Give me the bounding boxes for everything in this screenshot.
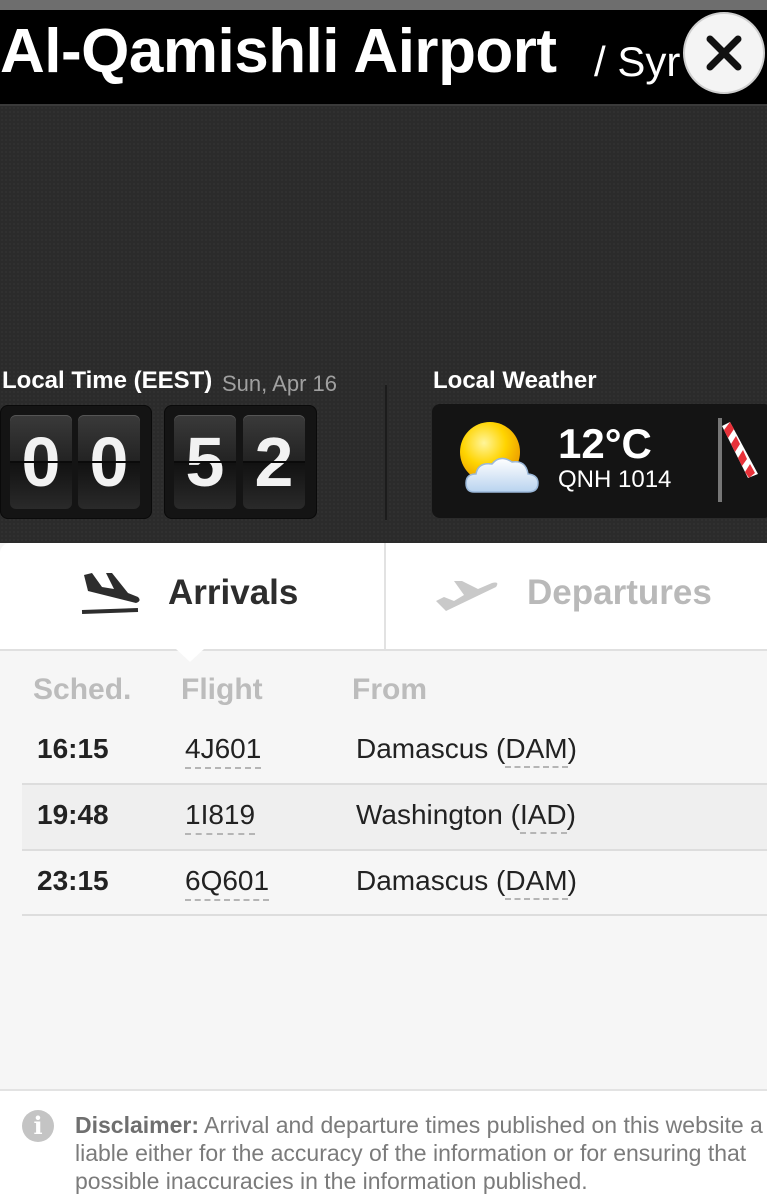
column-header-flight: Flight — [181, 673, 263, 706]
disclaimer-line-3: possible inaccuracies in the information… — [75, 1168, 588, 1194]
plane-landing-icon — [81, 573, 140, 614]
disclaimer-line-2: liable either for the accuracy of the in… — [75, 1140, 747, 1166]
hour-digit-2: 0 — [78, 415, 140, 509]
origin-city: Damascus (DAM) — [356, 733, 577, 768]
qnh-value: QNH 1014 — [558, 466, 672, 493]
row-divider — [22, 914, 767, 916]
tab-departures-label: Departures — [527, 573, 712, 612]
tab-bar-border — [0, 649, 767, 651]
tab-arrivals-label: Arrivals — [168, 573, 299, 612]
table-row: 16:15 4J601 Damascus (DAM) — [22, 717, 767, 783]
origin-close-paren: ) — [567, 865, 577, 896]
sched-time: 19:48 — [37, 799, 109, 830]
origin-close-paren: ) — [566, 799, 576, 830]
close-button[interactable] — [683, 12, 765, 94]
minute-digit-1: 5 — [174, 415, 236, 509]
table-row: 23:15 6Q601 Damascus (DAM) — [22, 851, 767, 914]
airport-code-link[interactable]: DAM — [505, 733, 568, 768]
origin-city: Damascus (DAM) — [356, 865, 577, 900]
origin-city-name: Damascus ( — [356, 733, 506, 764]
flight-number-link[interactable]: 1I819 — [185, 799, 256, 835]
windsock-icon — [718, 418, 758, 502]
sched-time: 16:15 — [37, 733, 109, 764]
active-tab-pointer — [176, 649, 204, 662]
clock-minutes: 5 2 — [164, 405, 317, 519]
airport-code-link[interactable]: DAM — [505, 865, 568, 900]
column-header-sched: Sched. — [33, 673, 132, 706]
flight-number-link[interactable]: 4J601 — [185, 733, 262, 769]
hour-digit-1: 0 — [10, 415, 72, 509]
panel-divider — [385, 385, 387, 520]
local-time-label: Local Time (EEST) — [2, 367, 213, 394]
column-header-from: From — [352, 673, 427, 706]
minute-digit-2: 2 — [243, 415, 305, 509]
tab-arrivals[interactable]: Arrivals — [0, 543, 384, 649]
temperature: 12°C — [558, 420, 652, 467]
info-icon: i — [22, 1110, 54, 1142]
page-title: Al-Qamishli Airport — [0, 17, 557, 86]
table-row: 19:48 1I819 Washington (IAD) — [22, 785, 767, 849]
disclaimer-text: Disclaimer: Arrival and departure times … — [75, 1111, 767, 1197]
clock-hours: 0 0 — [0, 405, 152, 519]
origin-close-paren: ) — [567, 733, 577, 764]
country-label: / Syr — [594, 38, 681, 85]
airport-header: Al-Qamishli Airport / Syr — [0, 10, 767, 104]
local-date: Sun, Apr 16 — [222, 371, 337, 396]
airport-code-link[interactable]: IAD — [519, 799, 567, 834]
tab-departures[interactable]: Departures — [386, 543, 767, 649]
origin-city-name: Washington ( — [356, 799, 520, 830]
flight-number-link[interactable]: 6Q601 — [185, 865, 270, 901]
top-strip — [0, 0, 767, 10]
local-weather-label: Local Weather — [433, 367, 597, 394]
sched-time: 23:15 — [37, 865, 109, 896]
origin-city: Washington (IAD) — [356, 799, 576, 834]
partly-cloudy-icon — [460, 422, 539, 493]
disclaimer-heading: Disclaimer: — [75, 1112, 200, 1138]
plane-takeoff-icon — [436, 581, 498, 611]
disclaimer-line-1: Arrival and departure times published on… — [204, 1112, 763, 1138]
close-icon — [706, 35, 742, 71]
origin-city-name: Damascus ( — [356, 865, 506, 896]
